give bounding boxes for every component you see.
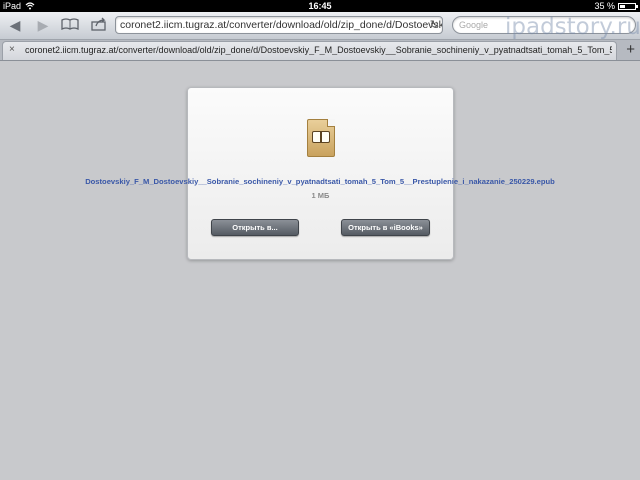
tab-title: coronet2.iicm.tugraz.at/converter/downlo… [25,45,612,55]
book-icon[interactable] [61,17,79,33]
open-in-ibooks-button[interactable]: Открыть в «iBooks» [341,219,430,236]
browser-toolbar: ◀ ▶ coronet2.iicm.tugraz.at/converter/do… [0,12,640,40]
share-arrow-icon [91,17,106,31]
battery-percent: 35 % [594,1,615,11]
status-bar: iPad 16:45 35 % [0,0,640,12]
battery-icon [618,2,638,10]
book-icon-graphic [312,131,330,145]
bookmarks-icon [61,18,79,31]
close-tab-icon[interactable]: × [9,44,15,55]
search-placeholder: Google [459,20,489,30]
reload-icon[interactable]: ↻ [430,17,439,33]
url-text: coronet2.iicm.tugraz.at/converter/downlo… [120,19,443,31]
clock: 16:45 [308,1,332,11]
ibooks-file-icon [307,119,335,157]
back-arrow-icon[interactable]: ◀ [6,17,24,33]
tab-current[interactable]: × coronet2.iicm.tugraz.at/converter/down… [2,41,617,60]
tab-bar: × coronet2.iicm.tugraz.at/converter/down… [0,40,640,61]
watermark: ipadstory.ru [505,14,640,40]
forward-arrow-icon[interactable]: ▶ [34,17,52,33]
status-right: 35 % [594,0,638,12]
file-name: Dostoevskiy_F_M_Dostoevskiy__Sobranie_so… [85,177,555,186]
share-icon[interactable] [90,17,108,33]
file-size: 1 МБ [311,191,330,200]
new-tab-icon[interactable]: + [626,41,635,59]
open-in-button[interactable]: Открыть в... [211,219,299,236]
url-field[interactable]: coronet2.iicm.tugraz.at/converter/downlo… [115,16,443,34]
battery-fill [620,4,625,8]
